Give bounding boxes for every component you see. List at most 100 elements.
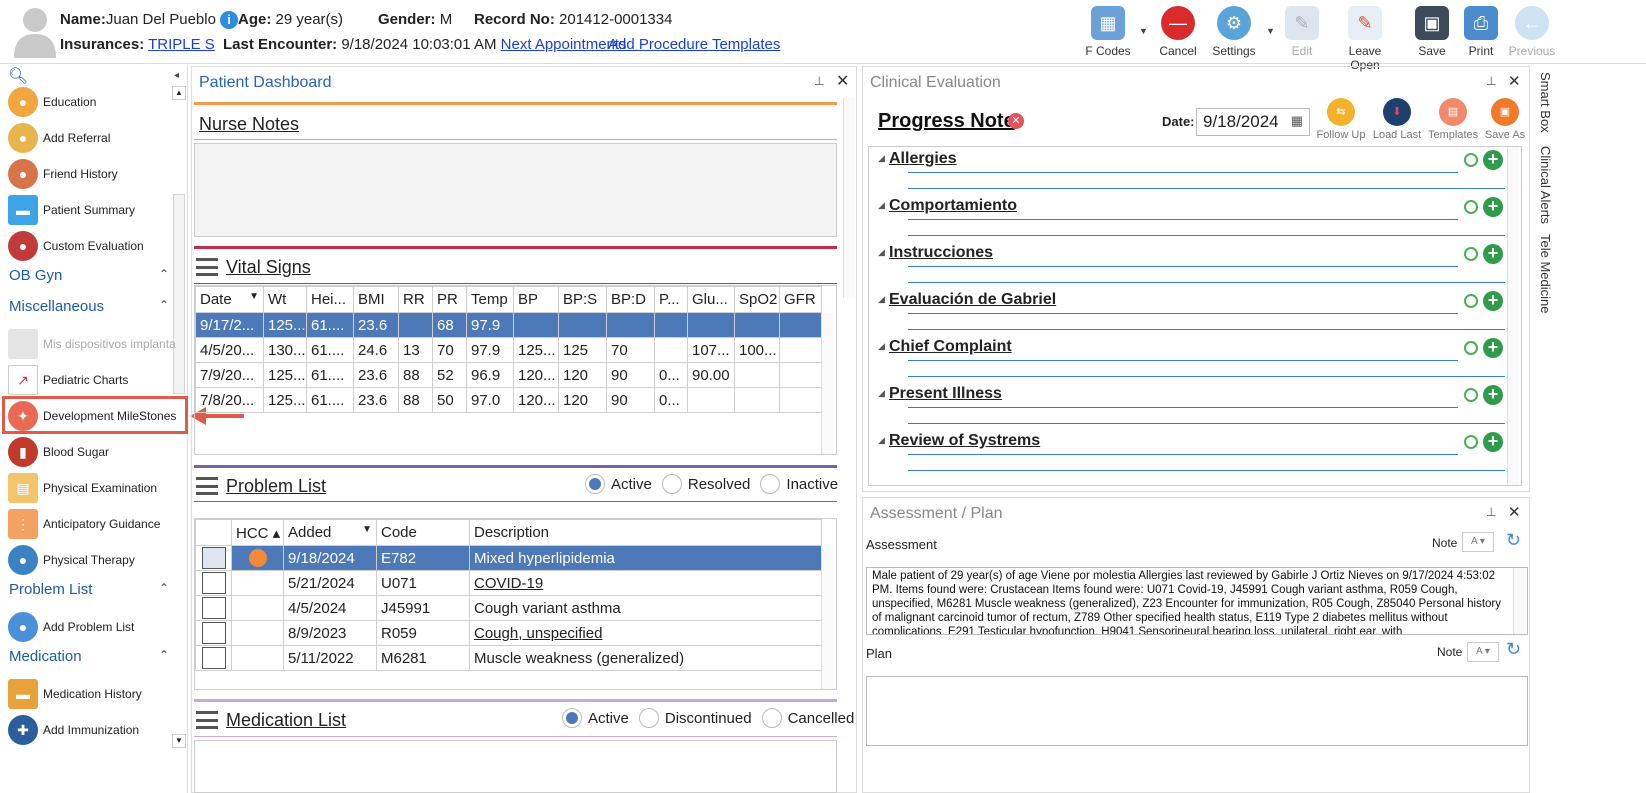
row-checkbox[interactable] [201, 547, 226, 569]
dashboard-scrollbar[interactable] [843, 98, 855, 298]
sidebar-item-friend-history[interactable]: ● Friend History [8, 159, 183, 189]
reminder-icon[interactable] [1464, 294, 1478, 308]
section-problem-list[interactable]: Problem List ⌃ [9, 581, 169, 598]
sidebar-item-add-immunization[interactable]: ✚ Add Immunization [8, 715, 183, 745]
sidebar-item-blood-sugar[interactable]: ▮ Blood Sugar [8, 437, 183, 467]
sidebar-item-custom-evaluation[interactable]: ● Custom Evaluation [8, 231, 183, 261]
info-icon[interactable]: i [220, 11, 239, 29]
tab-tele-medicine[interactable]: Tele Medicine [1538, 234, 1553, 314]
table-cell[interactable]: COVID-19 [469, 570, 822, 596]
nurse-notes-textarea[interactable] [194, 143, 837, 237]
assessment-textarea[interactable]: Male patient of 29 year(s) of age Viene … [866, 567, 1528, 635]
templates-button[interactable]: ▤ Templates [1428, 98, 1478, 141]
tab-clinical-alerts[interactable]: Clinical Alerts [1538, 146, 1553, 224]
fcodes-dropdown-icon[interactable]: ▼ [1139, 26, 1148, 36]
radio-med-cancelled[interactable]: Cancelled [761, 708, 854, 728]
expand-icon[interactable]: ◢ [878, 153, 885, 164]
vital-col-header[interactable]: BP [513, 286, 559, 313]
sidebar-item-pediatric-charts[interactable]: ↗ Pediatric Charts [8, 365, 183, 395]
pin-icon[interactable]: ⊥ [1486, 505, 1496, 519]
follow-up-button[interactable]: ⇆ Follow Up [1316, 98, 1366, 141]
tab-smart-box[interactable]: Smart Box [1538, 72, 1553, 133]
vital-col-header[interactable]: GFR [779, 286, 822, 313]
row-checkbox[interactable] [201, 622, 226, 644]
table-cell[interactable]: Cough variant asthma [469, 595, 822, 621]
vital-col-header[interactable]: Hei... [306, 286, 354, 313]
menu-icon[interactable] [196, 477, 218, 495]
sidebar-item-education[interactable]: ● Education [8, 87, 183, 117]
table-cell[interactable]: Mixed hyperlipidemia [469, 545, 822, 571]
add-icon[interactable]: + [1483, 385, 1503, 405]
expand-icon[interactable]: ◢ [878, 341, 885, 352]
note-section[interactable]: ◢ Allergies + [878, 150, 1508, 190]
section-medication[interactable]: Medication ⌃ [9, 648, 169, 665]
assessment-scrollbar[interactable] [1513, 568, 1525, 634]
note-section[interactable]: ◢ Instrucciones + [878, 244, 1508, 284]
settings-button[interactable]: ⚙ Settings [1204, 4, 1264, 60]
table-row[interactable]: 5/11/2022 M6281 Muscle weakness (generaliz… [195, 645, 822, 671]
sidebar-item-physical-examination[interactable]: ▤ Physical Examination [8, 473, 183, 503]
table-cell[interactable]: Muscle weakness (generalized) [469, 645, 822, 671]
previous-button[interactable]: ← Previous [1502, 4, 1562, 60]
add-icon[interactable]: + [1483, 244, 1503, 264]
plan-font-dropdown[interactable]: A ▾ [1467, 642, 1499, 662]
sidebar-item-anticipatory-guidance[interactable]: ⋮ Anticipatory Guidance [8, 509, 183, 539]
calendar-icon[interactable]: ▦ [1291, 113, 1303, 129]
add-icon[interactable]: + [1483, 432, 1503, 452]
note-section[interactable]: ◢ Comportamiento + [878, 197, 1508, 237]
refresh-icon[interactable]: ↻ [1506, 530, 1521, 551]
fcodes-button[interactable]: ▦ F Codes [1078, 4, 1138, 60]
vital-col-header[interactable]: PR [432, 286, 467, 313]
close-icon[interactable]: ✕ [836, 71, 849, 91]
radio-med-active[interactable]: Active [562, 708, 629, 728]
insurance-link[interactable]: TRIPLE S [148, 36, 215, 53]
note-font-dropdown[interactable]: A ▾ [1462, 532, 1494, 552]
vital-col-header[interactable]: Date ▼ [195, 286, 264, 313]
cancel-button[interactable]: — Cancel [1148, 4, 1208, 60]
add-icon[interactable]: + [1483, 338, 1503, 358]
reminder-icon[interactable] [1464, 341, 1478, 355]
refresh-icon[interactable]: ↻ [1506, 639, 1521, 660]
sidebar-item-add-problem-list[interactable]: ● Add Problem List [8, 612, 183, 642]
table-row[interactable]: 4/5/20... 130... 61.... 24.6 13 70 97.9 125... 1… [195, 337, 822, 363]
expand-icon[interactable]: ◢ [878, 294, 885, 305]
section-obgyn[interactable]: OB Gyn ⌃ [9, 267, 169, 284]
add-procedure-templates-link[interactable]: Add Procedure Templates [608, 36, 780, 53]
save-as-button[interactable]: ▣ Save As [1482, 98, 1528, 141]
radio-inactive[interactable]: Inactive [760, 474, 838, 494]
vital-col-header[interactable]: BP:S [558, 286, 607, 313]
row-checkbox[interactable] [201, 597, 226, 619]
vital-col-header[interactable]: P... [654, 286, 688, 313]
close-icon[interactable]: ✕ [1508, 72, 1521, 90]
section-miscellaneous[interactable]: Miscellaneous ⌃ [9, 298, 169, 315]
vital-col-header[interactable]: Temp [466, 286, 514, 313]
col-hcc[interactable]: HCC ▴ [231, 519, 284, 546]
sidebar-item-add-referral[interactable]: ● Add Referral [8, 123, 183, 153]
table-row[interactable]: 7/9/20... 125... 61.... 23.6 88 52 96.9 120... 1… [195, 362, 822, 388]
col-description[interactable]: Description [469, 519, 822, 546]
row-checkbox[interactable] [201, 572, 226, 594]
radio-resolved[interactable]: Resolved [661, 474, 750, 494]
search-icon[interactable]: 🔍︎ [8, 66, 28, 86]
leave-open-button[interactable]: ✎ Leave Open [1334, 4, 1396, 72]
table-row[interactable]: 8/9/2023 R059 Cough, unspecified [195, 620, 822, 646]
reminder-icon[interactable] [1464, 388, 1478, 402]
plan-textarea[interactable] [866, 676, 1528, 746]
expand-icon[interactable]: ◢ [878, 435, 885, 446]
table-row[interactable]: 7/8/20... 125... 61.... 23.6 88 50 97.0 120... 1… [195, 387, 822, 413]
date-input[interactable]: 9/18/2024 ▦ [1196, 108, 1310, 136]
sidebar-item-implants[interactable]: Mis dispositivos implanta [8, 329, 183, 359]
sidebar-item-development-milestones[interactable]: ✦ Development MileStones [8, 401, 183, 431]
radio-active[interactable]: Active [585, 474, 652, 494]
close-icon[interactable]: ✕ [1508, 503, 1521, 521]
table-row[interactable]: 4/5/2024 J45991 Cough variant asthma [195, 595, 822, 621]
reminder-icon[interactable] [1464, 153, 1478, 167]
menu-icon[interactable] [196, 711, 218, 729]
vital-col-header[interactable]: SpO2 [734, 286, 780, 313]
remove-note-icon[interactable]: ✕ [1008, 113, 1024, 129]
pin-icon[interactable]: ⊥ [814, 74, 824, 88]
vital-scrollbar[interactable] [821, 313, 833, 454]
note-section[interactable]: ◢ Review of Systrems + [878, 432, 1508, 472]
sidebar-item-medication-history[interactable]: ▬ Medication History [8, 679, 183, 709]
add-icon[interactable]: + [1483, 150, 1503, 170]
